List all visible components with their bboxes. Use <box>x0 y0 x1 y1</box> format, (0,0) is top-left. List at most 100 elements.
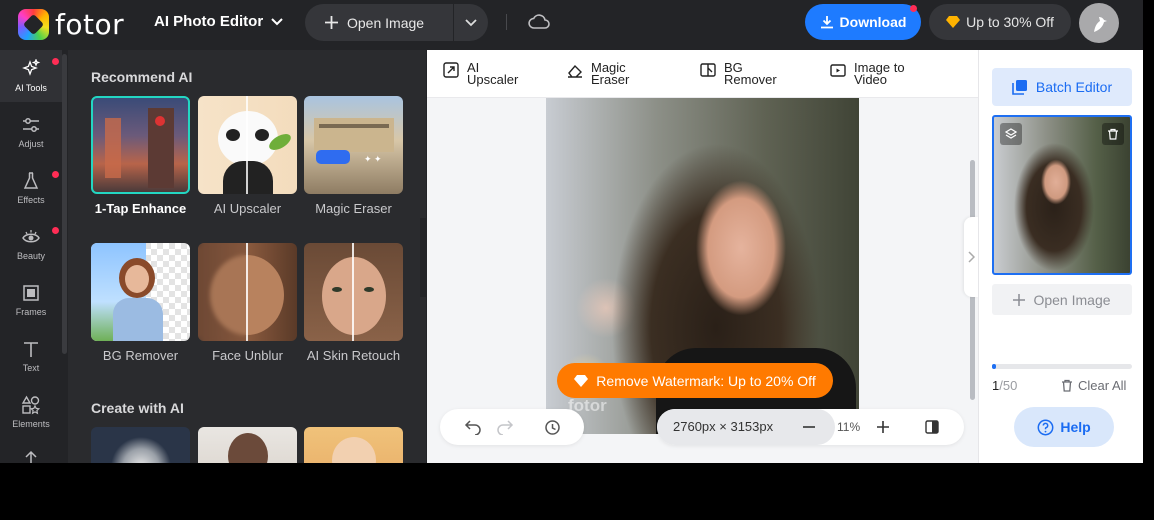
tool-magic-eraser[interactable]: ✦ ✦ Magic Eraser <box>304 96 403 218</box>
notification-dot <box>52 171 59 178</box>
tool-name: Face Unblur <box>212 348 283 363</box>
promo-label: Up to 30% Off <box>966 14 1054 30</box>
batch-editor-label: Batch Editor <box>1035 79 1113 95</box>
shapes-icon <box>21 395 41 415</box>
nav-effects[interactable]: Effects <box>0 162 62 214</box>
open-image-dropdown[interactable] <box>454 18 488 27</box>
tool-thumbnail <box>91 427 190 463</box>
nav-label: Effects <box>17 195 45 205</box>
trash-icon <box>1062 379 1072 392</box>
nav-adjust[interactable]: Adjust <box>0 106 62 158</box>
notification-dot <box>910 5 917 12</box>
app-title-label: AI Photo Editor <box>154 13 264 30</box>
app-title-menu[interactable]: AI Photo Editor <box>154 13 283 30</box>
canvas-area: AI Upscaler Magic Eraser BG Remover Image t… <box>427 50 978 463</box>
app-window: fotor AI Photo Editor Open Image Downloa… <box>0 0 1143 463</box>
eraser-icon <box>568 64 582 78</box>
tool-thumbnail <box>198 96 297 194</box>
quick-tool-line2: Video <box>854 72 888 87</box>
remove-watermark-button[interactable]: Remove Watermark: Up to 20% Off <box>557 363 833 398</box>
brand-name: fotor <box>55 8 125 41</box>
chevron-right-icon <box>967 251 975 263</box>
create-thumb-man[interactable] <box>198 427 297 463</box>
tool-1-tap-enhance[interactable]: 1-Tap Enhance <box>91 96 190 218</box>
nav-scrollbar[interactable] <box>62 54 67 354</box>
history-icon[interactable] <box>544 419 561 436</box>
promo-button[interactable]: Up to 30% Off <box>929 4 1071 40</box>
redo-icon[interactable] <box>496 419 514 435</box>
open-image-split-button: Open Image <box>305 4 488 41</box>
quick-ai-upscaler[interactable]: AI Upscaler <box>443 61 518 86</box>
zoom-level[interactable]: 11% <box>837 420 860 434</box>
history-toolbar <box>440 409 584 445</box>
quick-tools-bar: AI Upscaler Magic Eraser BG Remover Image t… <box>427 50 978 98</box>
tool-ai-upscaler[interactable]: AI Upscaler <box>198 96 297 218</box>
diamond-icon <box>946 16 961 28</box>
open-image-right-label: Open Image <box>1033 291 1111 308</box>
quick-bg-remover[interactable]: BG Remover <box>700 61 777 87</box>
create-with-ai-title: Create with AI <box>91 400 184 416</box>
upload-icon[interactable] <box>21 450 41 463</box>
quick-magic-eraser[interactable]: Magic Eraser <box>567 61 630 87</box>
right-panel: Batch Editor Open Image 1/50 Clear All H… <box>978 50 1143 463</box>
zoom-in-icon[interactable] <box>877 421 889 433</box>
clear-all-label: Clear All <box>1078 378 1127 393</box>
cloud-icon[interactable] <box>528 13 550 29</box>
nav-beauty[interactable]: Beauty <box>0 218 62 270</box>
right-panel-toggle[interactable] <box>964 217 978 297</box>
tool-thumbnail <box>91 243 190 341</box>
eye-icon <box>22 230 40 243</box>
tool-thumbnail <box>304 243 403 341</box>
image-thumbnail-card[interactable] <box>992 115 1132 275</box>
recommend-ai-title: Recommend AI <box>91 69 193 85</box>
layers-icon[interactable] <box>1000 123 1022 145</box>
tool-ai-skin-retouch[interactable]: AI Skin Retouch <box>304 243 403 365</box>
count-total: /50 <box>999 378 1018 393</box>
tool-name: BG Remover <box>102 348 179 363</box>
batch-editor-button[interactable]: Batch Editor <box>992 68 1132 106</box>
trash-icon[interactable] <box>1102 123 1124 145</box>
user-avatar[interactable] <box>1079 3 1119 43</box>
batch-icon <box>1012 80 1027 95</box>
help-button[interactable]: Help <box>1014 407 1114 447</box>
download-label: Download <box>839 14 907 30</box>
zoom-toolbar: 2760px × 3153px 11% <box>657 409 964 445</box>
quick-tool-line2: Eraser <box>591 72 630 87</box>
image-count: 1/50 <box>992 378 1017 393</box>
flask-icon <box>23 172 39 189</box>
nav-elements[interactable]: Elements <box>0 386 62 438</box>
download-icon <box>820 16 833 29</box>
diamond-icon <box>574 374 589 387</box>
batch-progress-bar <box>992 364 1132 369</box>
fotor-logo[interactable]: fotor <box>18 8 124 41</box>
chevron-down-icon <box>465 18 477 26</box>
quick-image-to-video[interactable]: Image to Video <box>830 61 905 87</box>
create-thumb-woman[interactable] <box>304 427 403 463</box>
undo-icon[interactable] <box>464 419 482 435</box>
tool-thumbnail <box>91 96 190 194</box>
nav-frames[interactable]: Frames <box>0 274 62 326</box>
video-icon <box>830 64 846 77</box>
plus-icon <box>325 16 338 29</box>
open-image-button[interactable]: Open Image <box>305 4 453 41</box>
nav-text[interactable]: Text <box>0 330 62 382</box>
tool-thumbnail <box>304 427 403 463</box>
tool-face-unblur[interactable]: Face Unblur <box>198 243 297 365</box>
quick-tool-line2: Remover <box>724 72 777 87</box>
open-image-label: Open Image <box>347 14 425 31</box>
tool-name: AI Skin Retouch <box>306 348 401 363</box>
clear-all-button[interactable]: Clear All <box>1061 378 1126 393</box>
create-thumb-astronaut[interactable] <box>91 427 190 463</box>
upscale-icon <box>443 62 459 78</box>
tool-bg-remover[interactable]: BG Remover <box>91 243 190 365</box>
zoom-out-icon[interactable] <box>803 426 815 428</box>
download-button[interactable]: Download <box>805 4 921 40</box>
open-image-button-right[interactable]: Open Image <box>992 284 1132 315</box>
compare-icon[interactable] <box>925 420 939 434</box>
progress-fill <box>992 364 997 369</box>
help-icon <box>1037 419 1054 435</box>
help-label: Help <box>1060 419 1091 435</box>
tool-name: AI Upscaler <box>213 201 282 216</box>
tools-panel: Recommend AI 1-Tap Enhance AI Upscaler ✦… <box>68 50 426 463</box>
bird-icon <box>1094 17 1107 32</box>
